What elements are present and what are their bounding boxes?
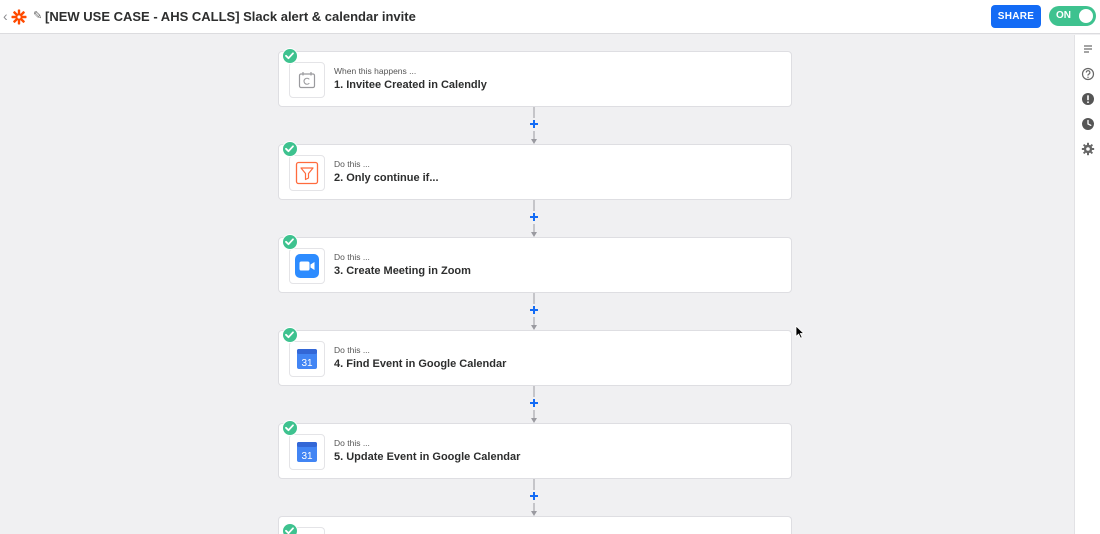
step-title: 5. Update Event in Google Calendar [334, 451, 521, 463]
google-calendar-icon: 31 [297, 349, 317, 369]
step-app-icon-box: 31 [289, 434, 325, 470]
settings-icon[interactable] [1081, 142, 1095, 156]
step-kicker: When this happens ... [334, 66, 417, 76]
editor-header: ‹ ✎ [NEW USE CASE - AHS CALLS] Slack ale… [0, 0, 1100, 34]
step-title: 4. Find Event in Google Calendar [334, 358, 507, 370]
step-complete-check-icon [282, 48, 298, 64]
step-title: 1. Invitee Created in Calendly [334, 79, 487, 91]
zapier-logo-icon[interactable] [11, 9, 27, 25]
edit-title-pencil-icon[interactable]: ✎ [33, 10, 42, 22]
alert-icon[interactable] [1081, 92, 1095, 106]
add-step-connector [530, 479, 538, 516]
step-title: 3. Create Meeting in Zoom [334, 265, 471, 277]
step-app-icon-box: 31 [289, 341, 325, 377]
step-card-1[interactable]: When this happens ... 1. Invitee Created… [278, 48, 792, 107]
step-kicker: Do this ... [334, 159, 370, 169]
history-icon[interactable] [1081, 117, 1095, 131]
step-complete-check-icon [282, 327, 298, 343]
step-card-4[interactable]: 31 Do this ... 4. Find Event in Google C… [278, 327, 792, 386]
step-kicker: Do this ... [334, 252, 370, 262]
add-step-plus-icon[interactable] [530, 492, 538, 500]
notes-icon[interactable] [1081, 42, 1095, 56]
step-card-2[interactable]: Do this ... 2. Only continue if... [278, 141, 792, 200]
step-app-icon-box [289, 155, 325, 191]
step-complete-check-icon [282, 523, 298, 534]
step-card-6[interactable] [278, 516, 792, 534]
add-step-connector [530, 107, 538, 144]
add-step-connector [530, 200, 538, 237]
add-step-plus-icon[interactable] [530, 120, 538, 128]
toggle-label: ON [1056, 10, 1071, 21]
add-step-plus-icon[interactable] [530, 399, 538, 407]
step-complete-check-icon [282, 420, 298, 436]
filter-icon [295, 161, 319, 185]
step-card-5[interactable]: 31 Do this ... 5. Update Event in Google… [278, 420, 792, 479]
zap-editor-canvas: When this happens ... 1. Invitee Created… [0, 35, 1074, 534]
add-step-plus-icon[interactable] [530, 213, 538, 221]
step-title: 2. Only continue if... [334, 172, 439, 184]
help-icon[interactable] [1081, 67, 1095, 81]
step-card-3[interactable]: Do this ... 3. Create Meeting in Zoom [278, 234, 792, 293]
step-complete-check-icon [282, 141, 298, 157]
google-calendar-icon: 31 [297, 442, 317, 462]
zap-on-toggle[interactable]: ON [1049, 6, 1096, 26]
step-app-icon-box [289, 248, 325, 284]
step-kicker: Do this ... [334, 438, 370, 448]
step-complete-check-icon [282, 234, 298, 250]
zoom-icon [295, 254, 319, 278]
zap-title[interactable]: [NEW USE CASE - AHS CALLS] Slack alert &… [45, 9, 416, 25]
calendar-day-number: 31 [301, 358, 313, 369]
step-app-icon-box [289, 62, 325, 98]
step-kicker: Do this ... [334, 345, 370, 355]
add-step-connector [530, 386, 538, 423]
calendar-day-number: 31 [301, 451, 313, 462]
add-step-connector [530, 293, 538, 330]
mouse-cursor-icon [795, 325, 805, 339]
back-chevron-icon[interactable]: ‹ [3, 9, 11, 23]
calendly-icon [298, 72, 316, 89]
add-step-plus-icon[interactable] [530, 306, 538, 314]
editor-right-rail [1074, 35, 1100, 534]
share-button[interactable]: SHARE [991, 5, 1041, 28]
toggle-knob [1079, 9, 1093, 23]
